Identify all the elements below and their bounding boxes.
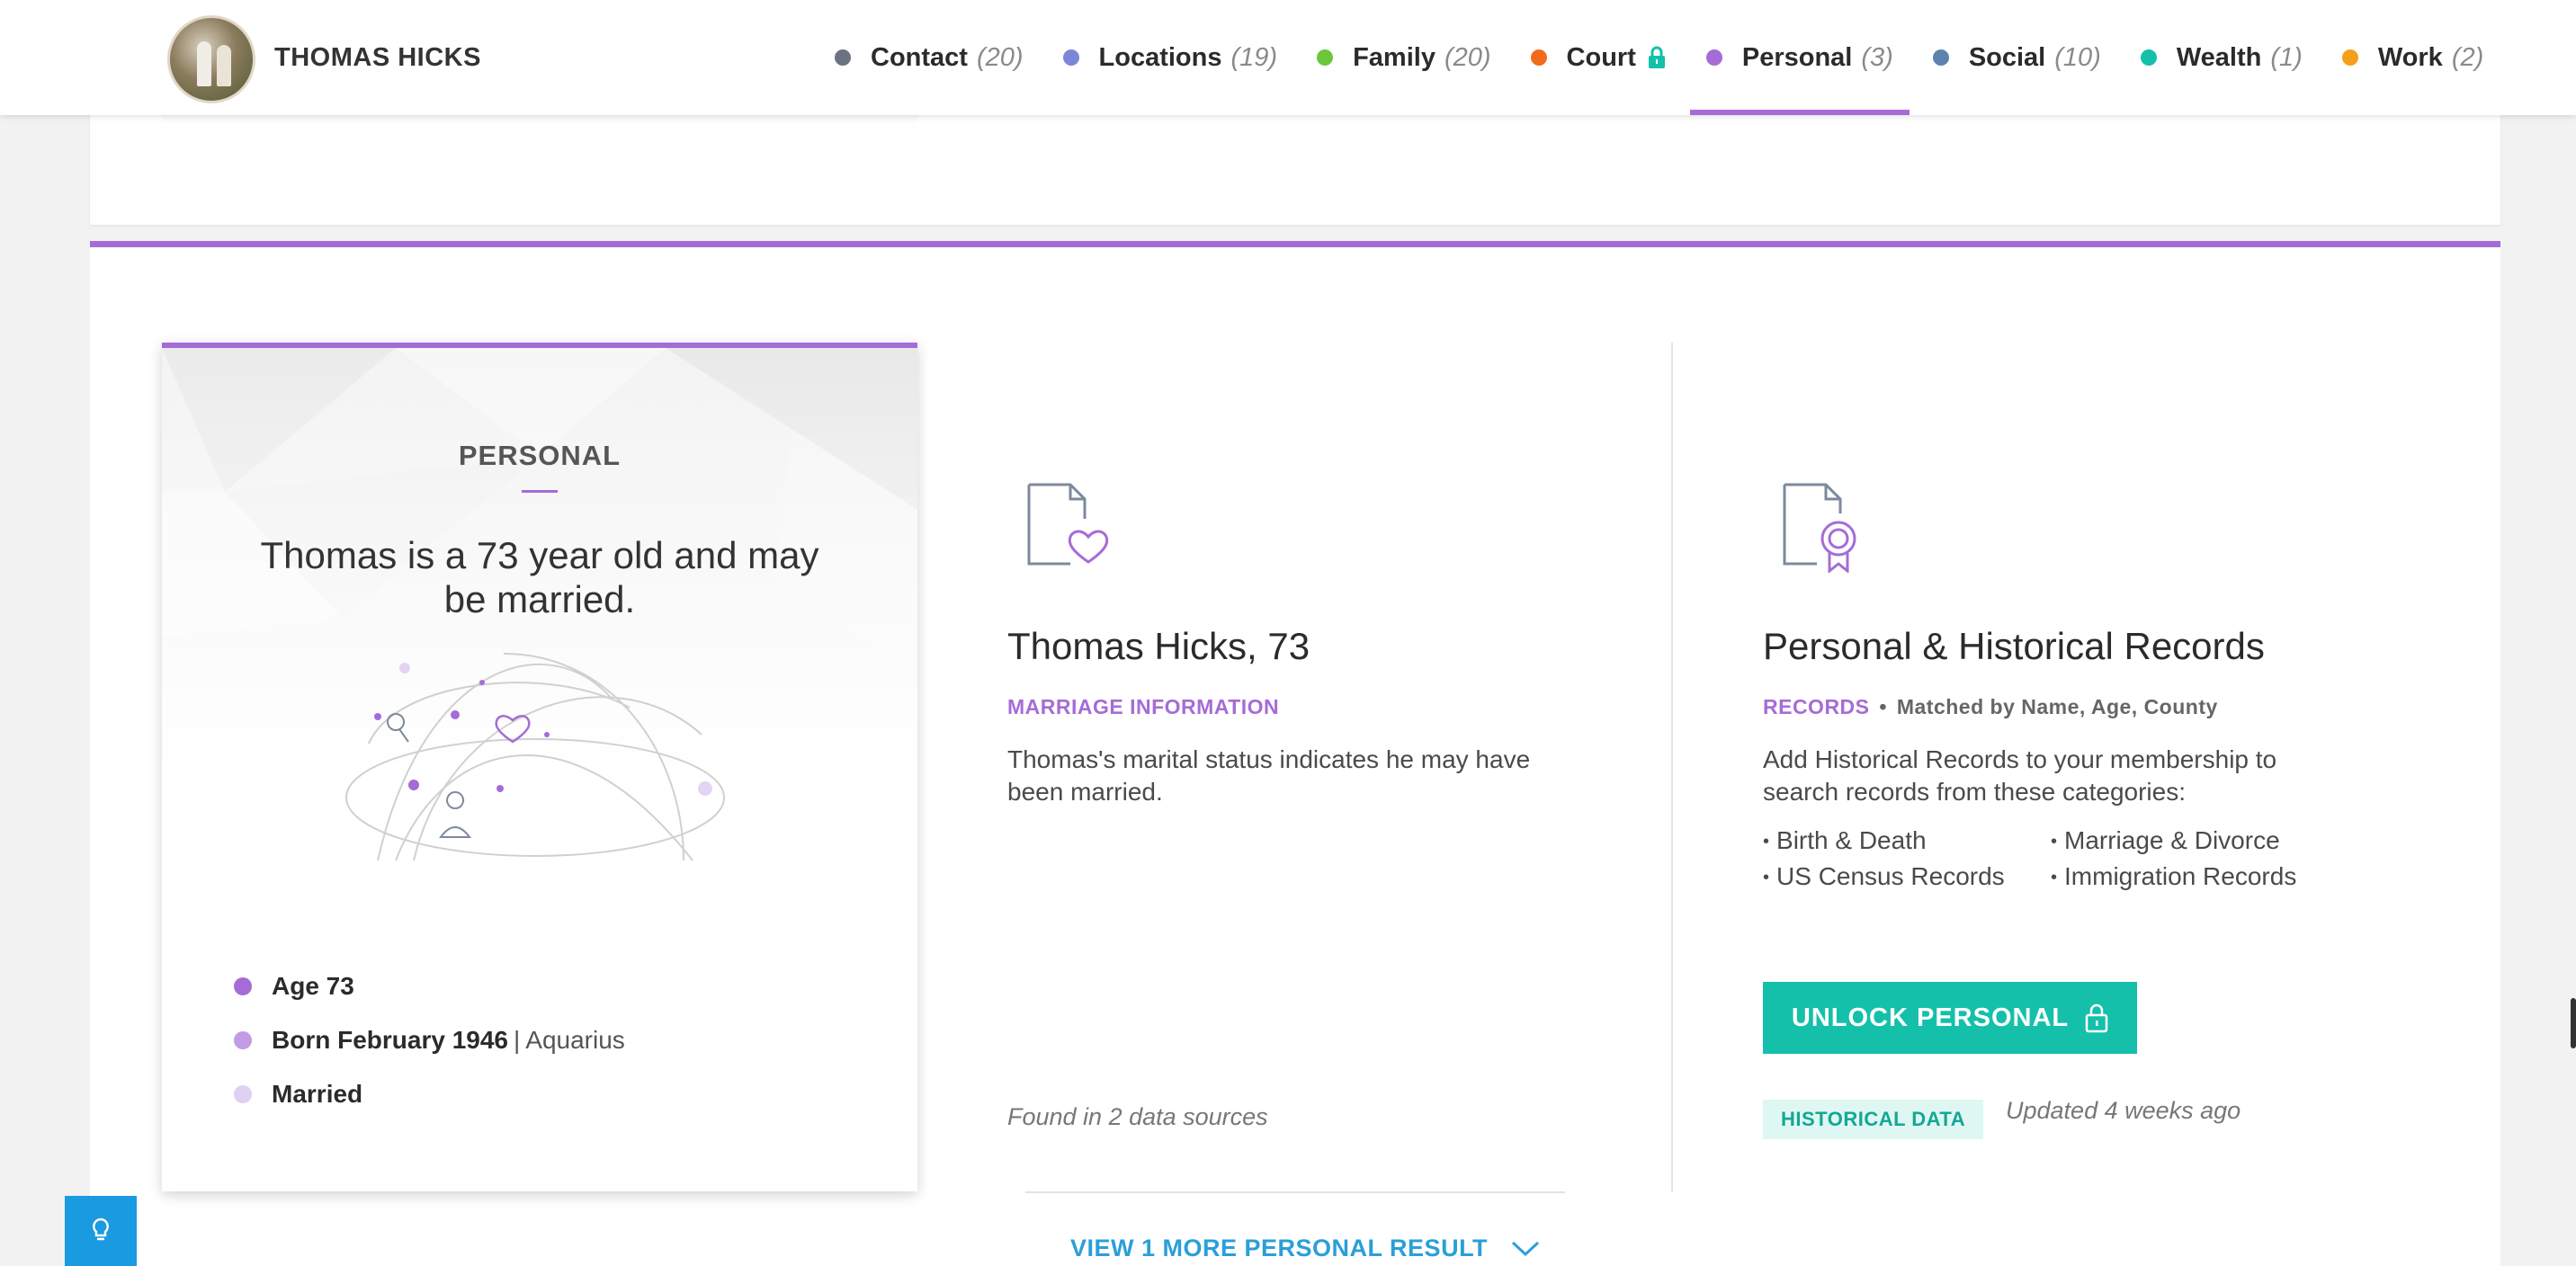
fact-dot-icon xyxy=(234,1031,252,1049)
lock-icon xyxy=(2085,1003,2108,1033)
fact-age: Age 73 xyxy=(234,959,625,1013)
tab-count: (19) xyxy=(1230,42,1278,72)
personal-section: PERSONAL Thomas is a 73 year old and may… xyxy=(90,241,2500,1266)
person-name: THOMAS HICKS xyxy=(274,43,481,72)
subtitle-accent: RECORDS xyxy=(1763,695,1870,718)
view-more-results-link[interactable]: VIEW 1 MORE PERSONAL RESULT xyxy=(1070,1235,1540,1262)
tab-label: Personal xyxy=(1741,42,1853,72)
unlock-personal-button[interactable]: UNLOCK PERSONAL xyxy=(1763,982,2137,1054)
tab-count: (20) xyxy=(1444,42,1491,72)
historical-data-badge: HISTORICAL DATA xyxy=(1763,1100,1984,1139)
wealth-dot-icon xyxy=(2140,49,2157,66)
view-more-label: VIEW 1 MORE PERSONAL RESULT xyxy=(1070,1235,1489,1262)
family-dot-icon xyxy=(1317,49,1334,66)
tab-family[interactable]: Family (20) xyxy=(1297,0,1510,115)
tab-personal[interactable]: Personal (3) xyxy=(1686,0,1913,115)
chevron-down-icon xyxy=(1512,1241,1540,1256)
locations-dot-icon xyxy=(1062,49,1079,66)
fact-dot-icon xyxy=(234,977,252,995)
tab-count: (10) xyxy=(2054,42,2101,72)
tab-locations[interactable]: Locations (19) xyxy=(1043,0,1298,115)
category-nav: Contact (20) Locations (19) Family (20) … xyxy=(815,0,2503,115)
fact-dot-icon xyxy=(234,1085,252,1103)
category-item: Immigration Records xyxy=(2051,862,2339,891)
tab-label: Family xyxy=(1353,42,1436,72)
title-underline xyxy=(522,490,558,493)
lock-icon xyxy=(1648,46,1665,68)
marriage-subtitle: MARRIAGE INFORMATION xyxy=(1007,695,1279,719)
fact-separator: | xyxy=(514,1026,521,1054)
work-dot-icon xyxy=(2341,49,2358,66)
personal-summary-card: PERSONAL Thomas is a 73 year old and may… xyxy=(162,343,917,1191)
tab-label: Court xyxy=(1566,42,1636,72)
social-dot-icon xyxy=(1932,49,1949,66)
subtitle-rest: Matched by Name, Age, County xyxy=(1896,695,2218,718)
tips-button[interactable] xyxy=(65,1196,137,1266)
court-dot-icon xyxy=(1530,49,1547,66)
records-title: Personal & Historical Records xyxy=(1763,625,2265,667)
updated-timestamp: Updated 4 weeks ago xyxy=(2006,1097,2241,1124)
tab-label: Work xyxy=(2377,42,2443,72)
marriage-description: Thomas's marital status indicates he may… xyxy=(1007,745,1531,806)
category-item: Birth & Death xyxy=(1763,826,2051,855)
document-certificate-icon xyxy=(1783,483,1856,573)
lightbulb-icon xyxy=(93,1217,109,1241)
tab-label: Social xyxy=(1968,42,2046,72)
tab-count: (2) xyxy=(2451,42,2484,72)
tab-court[interactable]: Court xyxy=(1511,0,1686,115)
marriage-title: Thomas Hicks, 73 xyxy=(1007,625,1310,667)
summary-title: PERSONAL xyxy=(458,440,622,471)
tab-social[interactable]: Social (10) xyxy=(1913,0,2121,115)
fact-born: Born February 1946 | Aquarius xyxy=(234,1013,625,1067)
column-divider xyxy=(1671,343,1673,1191)
tab-count: (3) xyxy=(1861,42,1893,72)
subtitle-dot: • xyxy=(1879,695,1887,718)
more-results-divider xyxy=(1025,1191,1565,1193)
unlock-label: UNLOCK PERSONAL xyxy=(1791,1003,2070,1032)
category-item: Marriage & Divorce xyxy=(2051,826,2339,855)
subtitle-accent: MARRIAGE INFORMATION xyxy=(1007,695,1280,718)
tab-count: (20) xyxy=(976,42,1024,72)
tab-work[interactable]: Work (2) xyxy=(2322,0,2503,115)
document-heart-icon xyxy=(1027,483,1109,566)
summary-text: Thomas is a 73 year old and may be marri… xyxy=(260,534,819,620)
records-description: Add Historical Records to your membershi… xyxy=(1763,745,2277,806)
top-header: THOMAS HICKS Contact (20) Locations (19)… xyxy=(0,0,2576,115)
fact-extra: Aquarius xyxy=(525,1026,625,1054)
record-categories: Birth & Death Marriage & Divorce US Cens… xyxy=(1763,826,2339,891)
fact-label: Married xyxy=(272,1080,363,1108)
tab-label: Wealth xyxy=(2176,42,2262,72)
relationship-orbit-illustration xyxy=(345,653,725,861)
fact-label: Age 73 xyxy=(272,972,354,1000)
found-in-sources: Found in 2 data sources xyxy=(1007,1103,1268,1130)
tab-wealth[interactable]: Wealth (1) xyxy=(2121,0,2322,115)
tab-label: Locations xyxy=(1098,42,1222,72)
personal-dot-icon xyxy=(1705,49,1722,66)
tab-label: Contact xyxy=(871,42,968,72)
personal-facts-list: Age 73 Born February 1946 | Aquarius Mar… xyxy=(234,959,625,1121)
fact-married: Married xyxy=(234,1067,625,1121)
avatar[interactable] xyxy=(167,15,255,103)
fact-label: Born February 1946 xyxy=(272,1026,508,1054)
category-item: US Census Records xyxy=(1763,862,2051,891)
tab-contact[interactable]: Contact (20) xyxy=(815,0,1043,115)
scrollbar-thumb[interactable] xyxy=(2571,998,2576,1048)
records-subtitle: RECORDS • Matched by Name, Age, County xyxy=(1763,695,2218,719)
contact-dot-icon xyxy=(835,49,851,66)
tab-count: (1) xyxy=(2270,42,2303,72)
